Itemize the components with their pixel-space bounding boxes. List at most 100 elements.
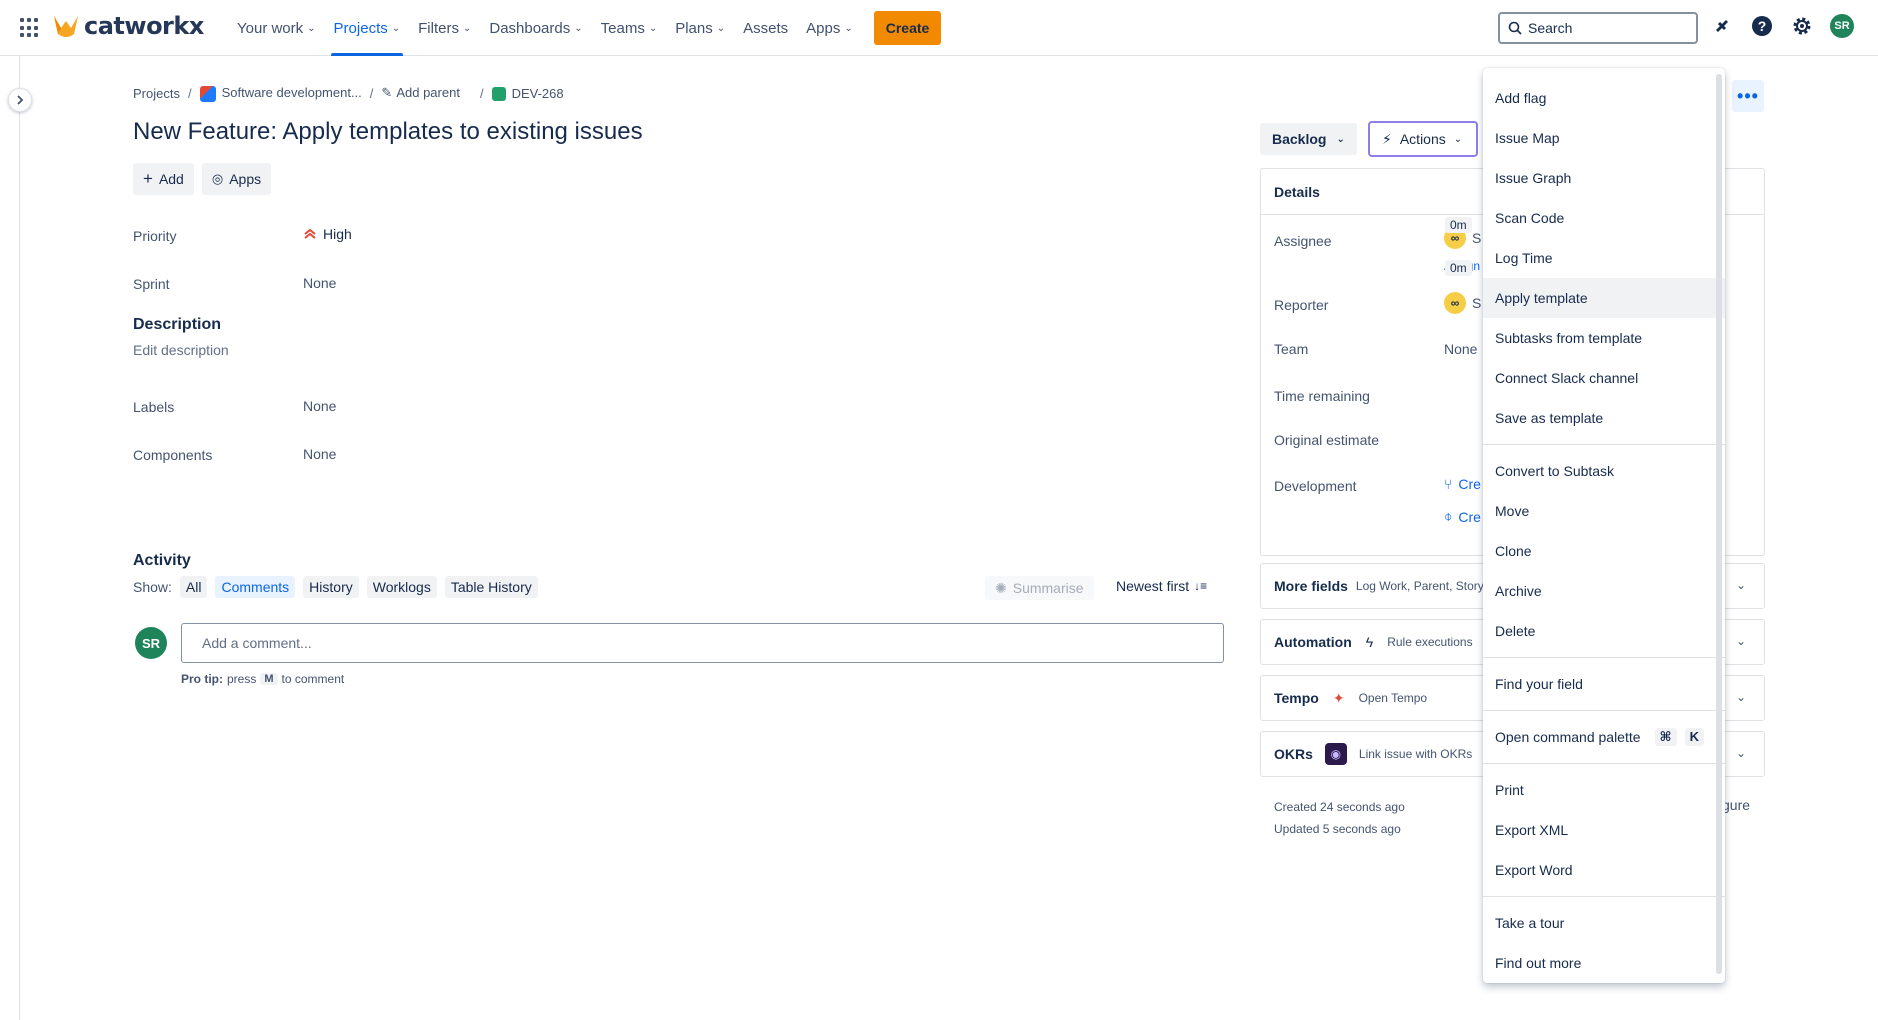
chevron-down-icon: ⌄ — [307, 22, 316, 34]
team-value[interactable]: None — [1444, 341, 1477, 357]
breadcrumb-issue-key[interactable]: DEV-268 — [491, 86, 564, 102]
notifications-icon[interactable] — [1708, 12, 1736, 40]
search-placeholder: Search — [1528, 20, 1573, 36]
nav-item-plans[interactable]: Plans ⌄ — [666, 0, 734, 56]
settings-gear-icon[interactable] — [1788, 12, 1816, 40]
create-button[interactable]: Create — [873, 11, 942, 45]
menu-item-find-out-more[interactable]: Find out more — [1483, 943, 1725, 983]
create-branch-link[interactable]: ⑂ Cre — [1444, 476, 1481, 492]
menu-item-subtasks-from-template[interactable]: Subtasks from template — [1483, 318, 1725, 358]
logo-text: catworkx — [84, 12, 204, 40]
chevron-down-icon: ⌄ — [574, 22, 583, 34]
sort-icon: ↓≡ — [1194, 579, 1208, 593]
breadcrumb-separator: / — [479, 85, 484, 101]
search-icon — [1508, 21, 1522, 35]
nav-item-projects[interactable]: Projects ⌄ — [325, 0, 410, 56]
description-heading: Description — [133, 316, 222, 333]
menu-scrollbar[interactable] — [1716, 74, 1722, 974]
nav-item-filters[interactable]: Filters ⌄ — [409, 0, 480, 56]
labels-value[interactable]: None — [303, 398, 336, 414]
sprint-label: Sprint — [133, 276, 170, 292]
configure-link[interactable]: gure — [1722, 797, 1750, 813]
priority-value[interactable]: High — [303, 226, 352, 242]
add-parent-link[interactable]: ✎ Add parent — [381, 85, 460, 101]
menu-item-move[interactable]: Move — [1483, 491, 1725, 531]
activity-filter-all[interactable]: All — [179, 576, 208, 598]
keyboard-shortcut: ⌘ K — [1654, 728, 1704, 746]
nav-item-apps[interactable]: Apps ⌄ — [797, 0, 862, 56]
logo[interactable]: catworkx — [52, 12, 204, 40]
sprint-value[interactable]: None — [303, 275, 336, 291]
chevron-down-icon: ⌄ — [1336, 133, 1345, 145]
menu-item-export-word[interactable]: Export Word — [1483, 850, 1725, 890]
nav-item-assets[interactable]: Assets — [734, 0, 797, 56]
activity-filter-table-history[interactable]: Table History — [444, 576, 538, 598]
actions-button[interactable]: ⚡ Actions ⌄ — [1368, 121, 1478, 157]
description-editor[interactable]: Edit description — [133, 342, 229, 358]
menu-item-find-your-field[interactable]: Find your field — [1483, 664, 1725, 704]
activity-filter-row: Show: All Comments History Worklogs Table Hi… — [133, 576, 538, 598]
nav-item-teams[interactable]: Teams ⌄ — [592, 0, 667, 56]
menu-item-export-xml[interactable]: Export XML — [1483, 810, 1725, 850]
menu-item-apply-template[interactable]: Apply template — [1483, 278, 1725, 318]
menu-item-clone[interactable]: Clone — [1483, 531, 1725, 571]
menu-divider — [1483, 657, 1725, 658]
tempo-icon: ✦ — [1332, 689, 1345, 706]
comment-input[interactable]: Add a comment... — [181, 623, 1224, 663]
activity-heading: Activity — [133, 552, 191, 569]
activity-filter-comments[interactable]: Comments — [215, 576, 296, 598]
original-estimate-value[interactable]: 0m — [1445, 260, 1472, 276]
svg-text:?: ? — [1758, 18, 1767, 34]
breadcrumb-project[interactable]: Software development... — [199, 85, 362, 102]
menu-item-scan-code[interactable]: Scan Code — [1483, 198, 1725, 238]
breadcrumb-projects[interactable]: Projects — [133, 86, 180, 101]
menu-item-archive[interactable]: Archive — [1483, 571, 1725, 611]
sort-order-button[interactable]: Newest first ↓≡ — [1116, 578, 1207, 594]
add-button[interactable]: + Add — [133, 163, 194, 195]
breadcrumb: Projects / Software development... / ✎ Ad… — [133, 85, 564, 102]
issue-title[interactable]: New Feature: Apply templates to existing… — [133, 118, 643, 146]
app-switcher-icon[interactable] — [20, 18, 40, 38]
keyboard-key: ⌘ — [1654, 728, 1677, 746]
menu-item-connect-slack-channel[interactable]: Connect Slack channel — [1483, 358, 1725, 398]
pencil-icon: ✎ — [381, 85, 393, 101]
reporter-value[interactable]: ∞ S — [1444, 292, 1481, 314]
menu-item-take-a-tour[interactable]: Take a tour — [1483, 903, 1725, 943]
original-estimate-label: Original estimate — [1274, 432, 1380, 448]
apps-button[interactable]: ◎ Apps — [201, 163, 272, 195]
chevron-down-icon: ⌄ — [844, 22, 853, 34]
profile-avatar[interactable]: SR — [1828, 12, 1856, 40]
nav-item-dashboards[interactable]: Dashboards ⌄ — [480, 0, 591, 56]
nav-item-your-work[interactable]: Your work ⌄ — [228, 0, 325, 56]
menu-item-delete[interactable]: Delete — [1483, 611, 1725, 651]
activity-filter-worklogs[interactable]: Worklogs — [366, 576, 437, 598]
branch-icon: ⑂ — [1444, 476, 1453, 492]
summarise-button[interactable]: ✺ Summarise — [985, 576, 1094, 600]
search-input[interactable]: Search — [1498, 12, 1698, 44]
team-label: Team — [1274, 341, 1309, 357]
menu-item-open-command-palette[interactable]: Open command palette ⌘ K — [1483, 717, 1725, 757]
chevron-right-icon — [17, 95, 24, 105]
show-label: Show: — [133, 579, 172, 595]
more-actions-button[interactable]: ••• — [1732, 80, 1764, 112]
menu-item-save-as-template[interactable]: Save as template — [1483, 398, 1725, 438]
menu-item-print[interactable]: Print — [1483, 770, 1725, 810]
activity-filter-history[interactable]: History — [303, 576, 359, 598]
menu-item-log-time[interactable]: Log Time — [1483, 238, 1725, 278]
components-value[interactable]: None — [303, 446, 336, 462]
menu-item-issue-map[interactable]: Issue Map — [1483, 118, 1725, 158]
menu-item-convert-to-subtask[interactable]: Convert to Subtask — [1483, 451, 1725, 491]
time-remaining-value[interactable]: 0m — [1445, 217, 1472, 233]
menu-item-issue-graph[interactable]: Issue Graph — [1483, 158, 1725, 198]
sparkle-icon: ✺ — [995, 579, 1007, 596]
status-dropdown[interactable]: Backlog ⌄ — [1260, 123, 1357, 155]
reporter-label: Reporter — [1274, 297, 1329, 313]
updated-timestamp: Updated 5 seconds ago — [1274, 822, 1401, 836]
commit-icon: ⌽ — [1444, 508, 1453, 524]
menu-item-add-flag[interactable]: Add flag — [1483, 78, 1725, 118]
create-commit-link[interactable]: ⌽ Cre — [1444, 508, 1481, 525]
priority-label: Priority — [133, 228, 177, 244]
issue-timestamps: Created 24 seconds ago Updated 5 seconds… — [1274, 796, 1405, 840]
expand-sidebar-button[interactable] — [8, 88, 32, 112]
help-icon[interactable]: ? — [1748, 12, 1776, 40]
